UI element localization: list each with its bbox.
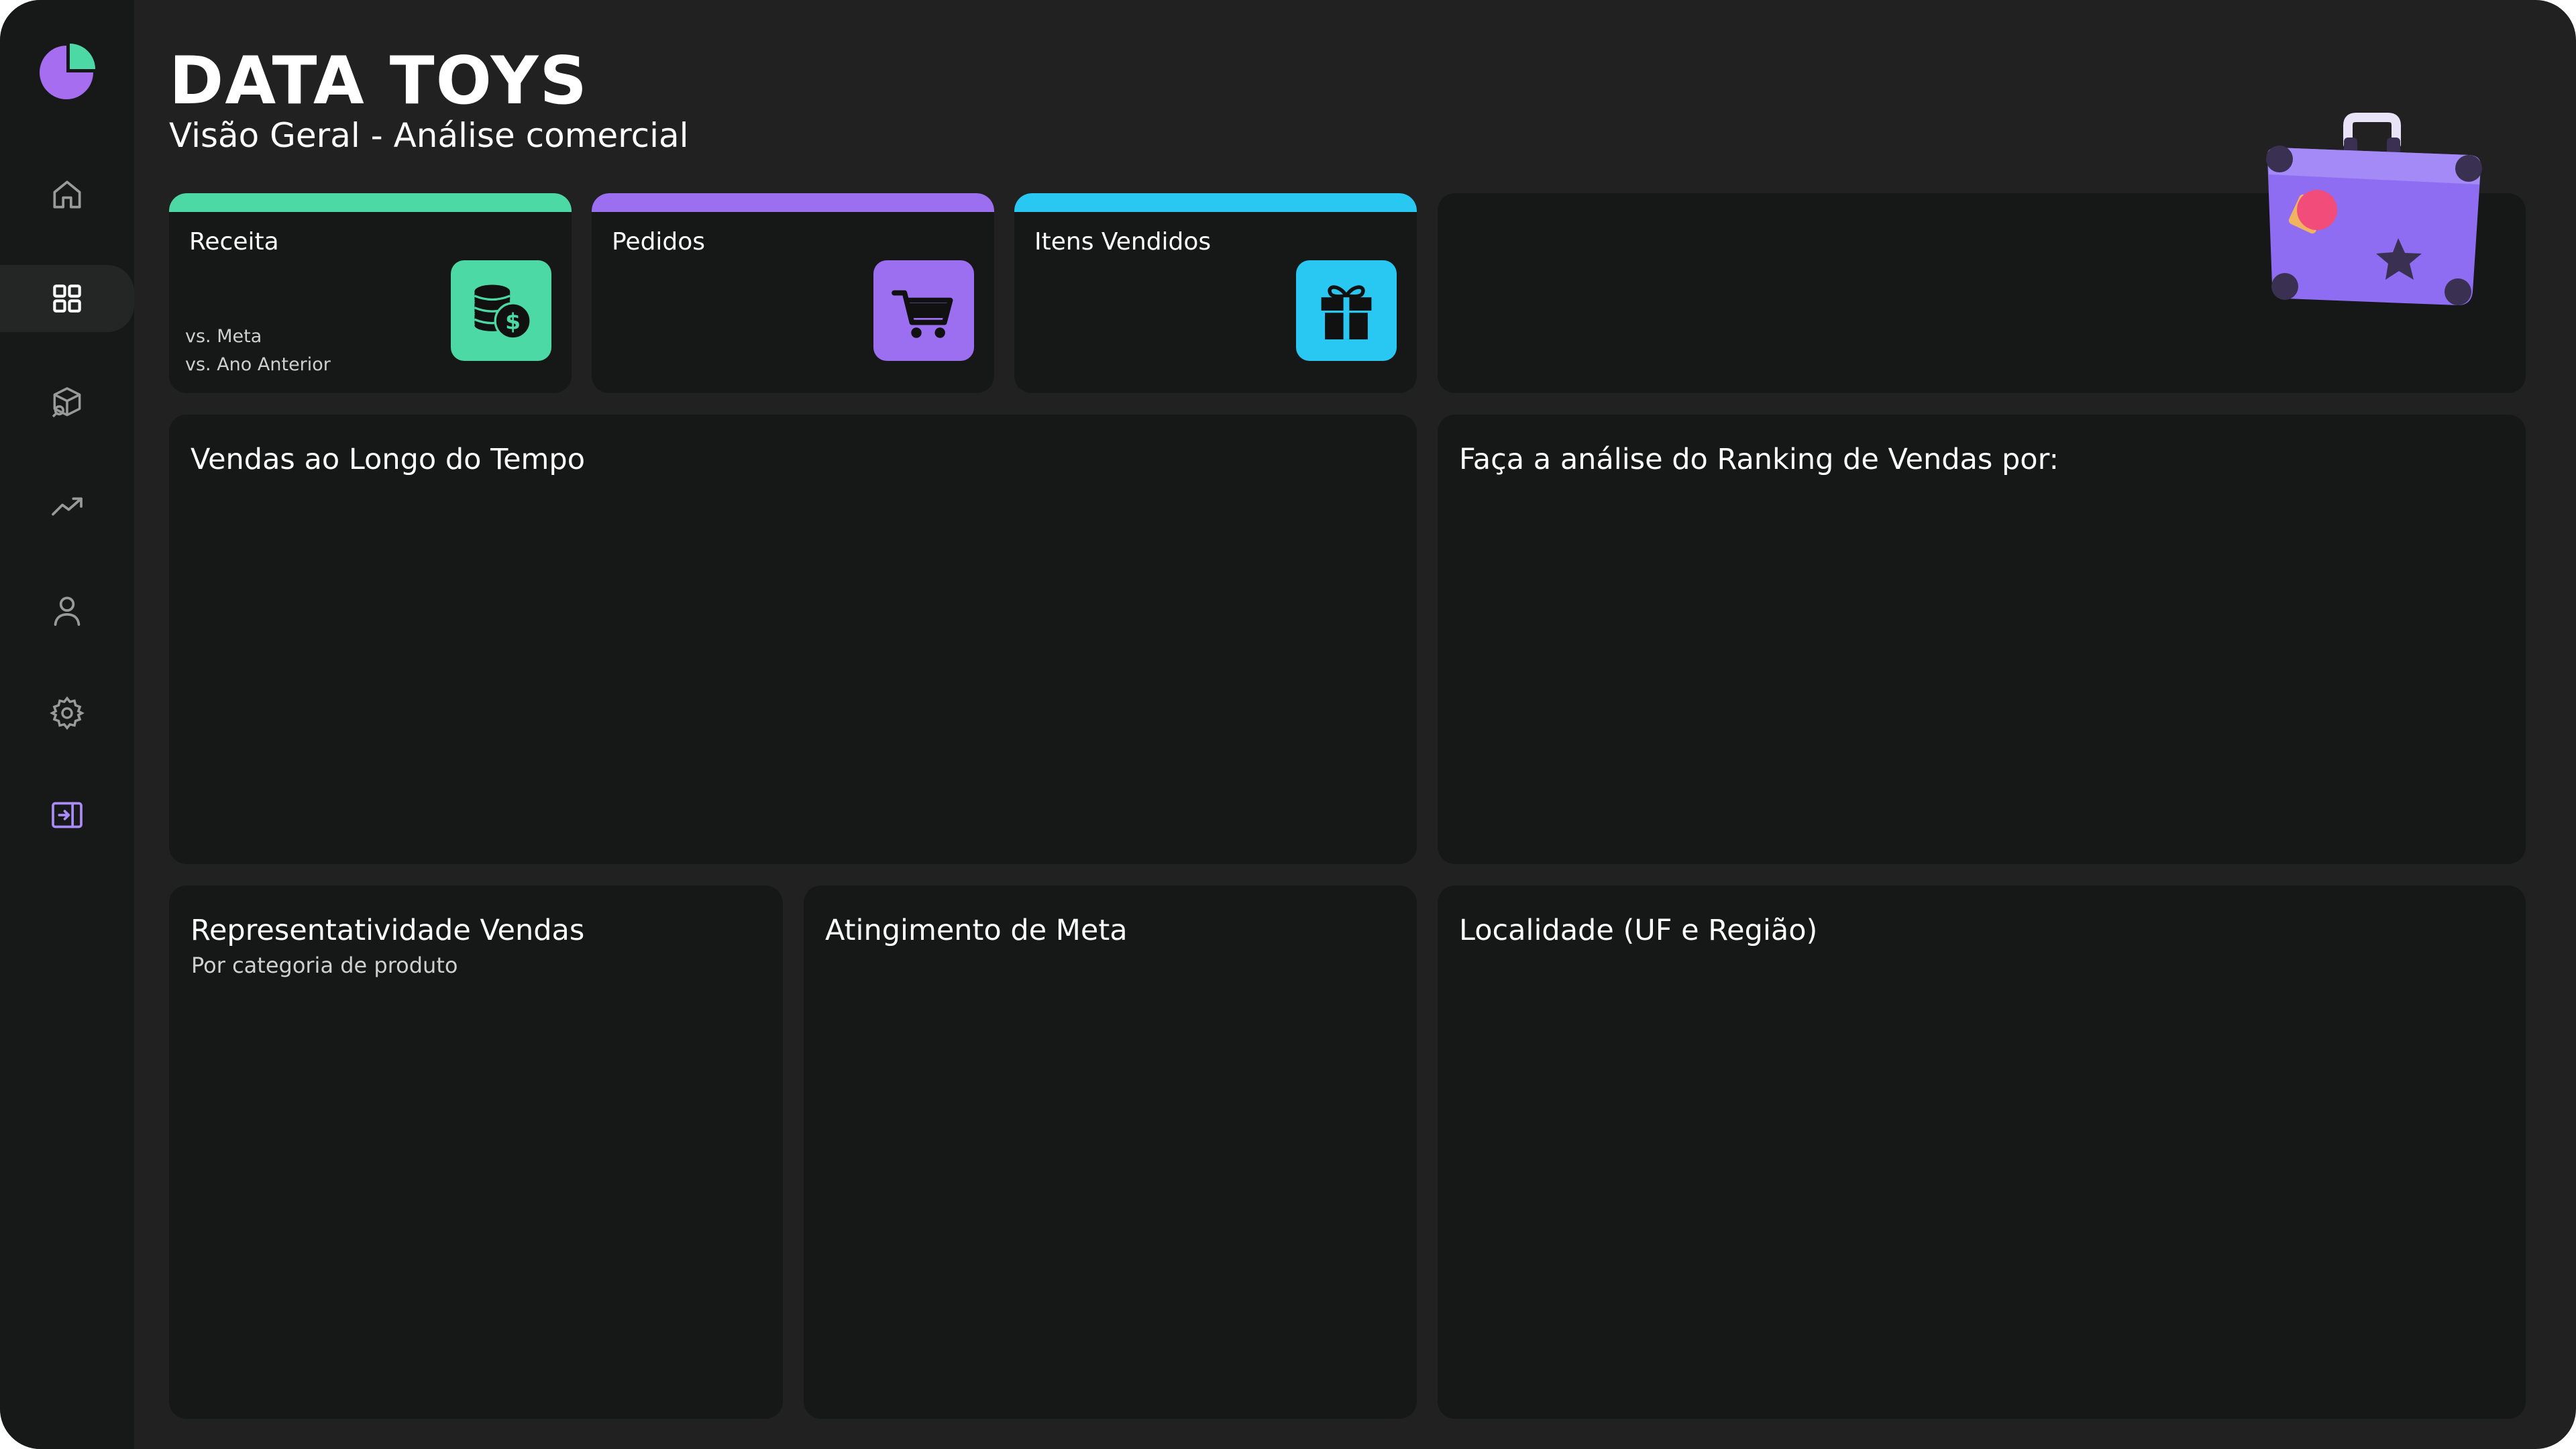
pie-chart-logo-icon	[40, 44, 95, 99]
box-search-icon	[52, 387, 81, 418]
kpi-card-orders: Pedidos	[592, 193, 994, 393]
kpi-label: Itens Vendidos	[1034, 228, 1212, 256]
page-title: DATA TOYS	[169, 43, 588, 119]
page-subtitle: Visão Geral - Análise comercial	[169, 116, 689, 155]
panel-title: Localidade (UF e Região)	[1459, 914, 1818, 947]
kpi-label: Receita	[189, 228, 279, 256]
kpi-vs-previous-year: vs. Ano Anterior	[185, 354, 331, 375]
gear-icon	[50, 696, 85, 731]
user-icon	[54, 596, 80, 626]
kpi-accent-bar	[1014, 193, 1417, 212]
kpi-accent-bar	[592, 193, 994, 212]
kpi-vs-meta: vs. Meta	[185, 326, 262, 347]
kpi-card-revenue: Receita vs. Meta vs. Ano Anterior $	[169, 193, 572, 393]
sidebar	[0, 0, 134, 1449]
cart-icon	[892, 290, 953, 338]
representativeness-panel: Representatividade Vendas Por categoria …	[169, 885, 783, 1419]
coins-dollar-icon: $	[474, 284, 532, 340]
kpi-icon-box	[873, 260, 974, 361]
grid-icon	[53, 284, 81, 313]
sales-over-time-panel: Vendas ao Longo do Tempo	[169, 415, 1417, 864]
locality-panel: Localidade (UF e Região)	[1438, 885, 2526, 1419]
dashboard-frame: DATA TOYS Visão Geral - Análise comercia…	[0, 0, 2576, 1449]
kpi-accent-bar	[169, 193, 572, 212]
kpi-icon-box: $	[451, 260, 551, 361]
home-icon	[53, 180, 81, 209]
sign-in-icon	[52, 802, 83, 828]
suitcase-illustration	[2266, 113, 2482, 305]
sidebar-item-user[interactable]	[0, 577, 134, 644]
kpi-label: Pedidos	[612, 228, 706, 256]
panel-subtitle: Por categoria de produto	[191, 953, 458, 978]
kpi-icon-box	[1296, 260, 1397, 361]
sales-ranking-panel: Faça a análise do Ranking de Vendas por:	[1438, 415, 2526, 864]
sidebar-item-settings[interactable]	[0, 680, 134, 747]
trend-up-icon	[52, 497, 83, 516]
panel-title: Faça a análise do Ranking de Vendas por:	[1459, 443, 2059, 476]
panel-title: Representatividade Vendas	[191, 914, 585, 947]
sidebar-item-trends[interactable]	[0, 473, 134, 540]
sidebar-item-products[interactable]	[0, 369, 134, 436]
sidebar-item-exit[interactable]	[0, 782, 134, 849]
sidebar-item-home[interactable]	[0, 161, 134, 228]
kpi-card-items-sold: Itens Vendidos	[1014, 193, 1417, 393]
panel-title: Vendas ao Longo do Tempo	[191, 443, 586, 476]
gift-icon	[1321, 285, 1372, 339]
svg-text:$: $	[505, 309, 521, 335]
goal-achievement-panel: Atingimento de Meta	[804, 885, 1417, 1419]
sidebar-item-overview[interactable]	[0, 265, 134, 332]
panel-title: Atingimento de Meta	[825, 914, 1128, 947]
